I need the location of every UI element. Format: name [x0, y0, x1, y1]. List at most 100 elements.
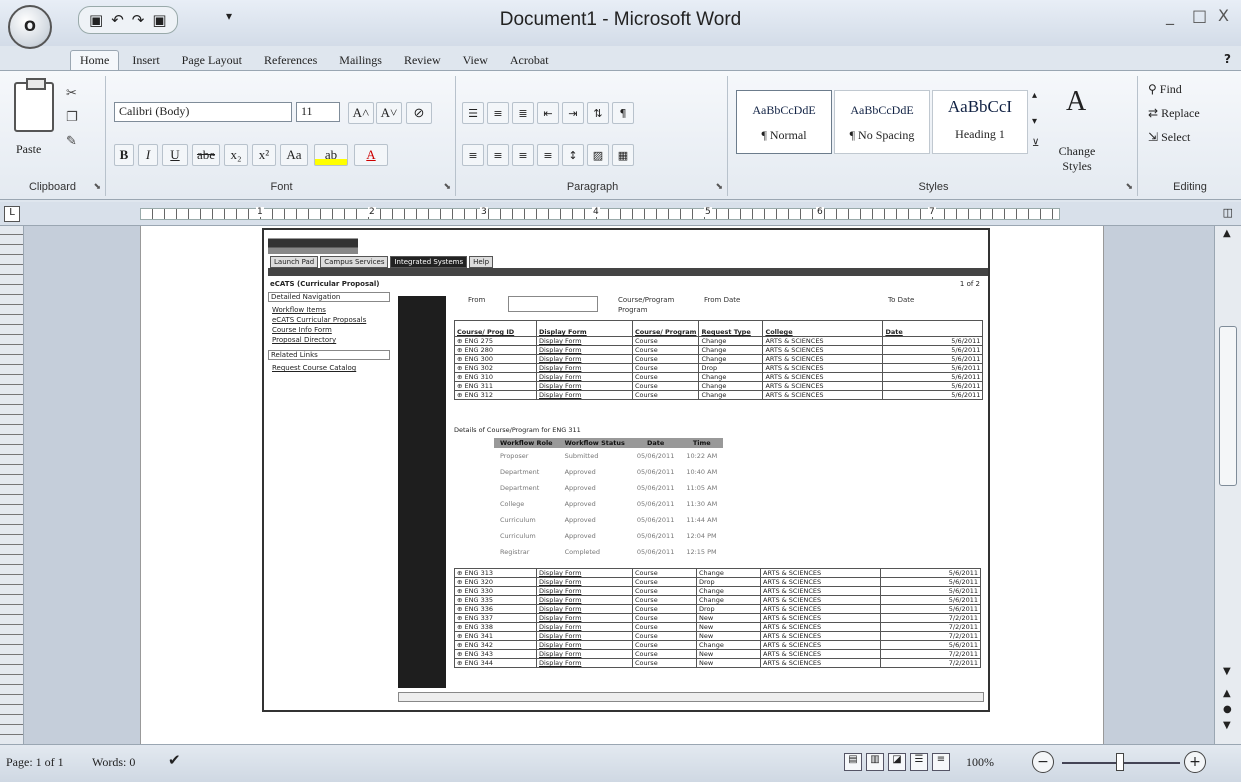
shading-icon[interactable]: ▨	[587, 144, 609, 166]
copy-icon[interactable]: ❐	[66, 110, 78, 125]
draft-view-icon[interactable]: ≡	[932, 753, 950, 771]
style-no-spacing[interactable]: AaBbCcDdE ¶ No Spacing	[834, 90, 930, 154]
bold-button[interactable]: B	[114, 144, 134, 166]
multilevel-list-icon[interactable]: ≣	[512, 102, 534, 124]
show-hide-icon[interactable]: ¶	[612, 102, 634, 124]
paragraph-launcher-icon[interactable]: ⬊	[715, 182, 723, 192]
history-header: Workflow Status	[558, 438, 631, 448]
style-heading-1[interactable]: AaBbCcI Heading 1	[932, 90, 1028, 154]
styles-more-icon[interactable]: ⊻	[1032, 138, 1039, 149]
tab-insert[interactable]: Insert	[123, 51, 168, 70]
page-count[interactable]: Page: 1 of 1	[6, 755, 64, 770]
borders-icon[interactable]: ▦	[612, 144, 634, 166]
word-count[interactable]: Words: 0	[92, 755, 135, 770]
vertical-scrollbar[interactable]: ▲ ▼ ▲ ● ▼	[1214, 226, 1241, 744]
table-cell: Display Form	[536, 363, 633, 373]
font-color-button[interactable]: A	[354, 144, 388, 166]
table-cell: Change	[698, 345, 764, 355]
office-button[interactable]: O	[8, 5, 52, 49]
styles-launcher-icon[interactable]: ⬊	[1125, 182, 1133, 192]
paste-icon[interactable]	[14, 78, 54, 132]
outline-view-icon[interactable]: ☰	[910, 753, 928, 771]
proofing-icon[interactable]: ✔	[168, 751, 181, 770]
paste-button[interactable]: Paste	[16, 142, 41, 157]
replace-button[interactable]: ⇄ Replace	[1148, 106, 1200, 121]
subscript-button[interactable]: x₂	[224, 144, 248, 166]
zoom-out-button[interactable]: −	[1032, 751, 1054, 773]
clipboard-launcher-icon[interactable]: ⬊	[93, 182, 101, 192]
table-cell: 5/6/2011	[882, 363, 984, 373]
next-page-icon[interactable]: ▼	[1223, 720, 1231, 731]
italic-button[interactable]: I	[138, 144, 158, 166]
justify-icon[interactable]: ≡	[537, 144, 559, 166]
table-row: ⊕ ENG 311 Display Form Course Change ARTS & …	[454, 381, 984, 391]
grow-font-button[interactable]: A˄	[348, 102, 374, 124]
decrease-indent-icon[interactable]: ⇤	[537, 102, 559, 124]
tab-selector-icon[interactable]: L	[4, 206, 20, 222]
font-name-field[interactable]: Calibri (Body)	[114, 102, 292, 122]
shrink-font-button[interactable]: A˅	[376, 102, 402, 124]
change-case-button[interactable]: Aa	[280, 144, 308, 166]
table-cell: ARTS & SCIENCES	[762, 354, 884, 364]
numbering-icon[interactable]: ≡	[487, 102, 509, 124]
tab-page-layout[interactable]: Page Layout	[173, 51, 251, 70]
history-cell: 05/06/2011	[636, 468, 675, 476]
highlight-button[interactable]: ab	[314, 144, 348, 166]
print-layout-view-icon[interactable]: ▤	[844, 753, 862, 771]
scroll-down-icon[interactable]: ▼	[1223, 666, 1231, 677]
styles-group-label: Styles	[918, 181, 949, 193]
tab-home[interactable]: Home	[70, 50, 120, 70]
tab-references[interactable]: References	[255, 51, 326, 70]
history-cell: Submitted	[564, 452, 599, 460]
format-painter-icon[interactable]: ✎	[66, 134, 77, 149]
zoom-level[interactable]: 100%	[966, 755, 994, 770]
align-center-icon[interactable]: ≡	[487, 144, 509, 166]
ruler-scale[interactable]	[140, 208, 1060, 220]
view-ruler-icon[interactable]: ◫	[1223, 206, 1233, 219]
find-button[interactable]: ⚲ Find	[1148, 82, 1182, 97]
scroll-thumb[interactable]	[1219, 326, 1237, 486]
increase-indent-icon[interactable]: ⇥	[562, 102, 584, 124]
change-styles-icon[interactable]: A	[1066, 86, 1086, 118]
styles-scroll-up-icon[interactable]: ▴	[1032, 90, 1037, 101]
embedded-screenshot[interactable]: Launch Pad Campus Services Integrated Sy…	[262, 228, 990, 712]
superscript-button[interactable]: x²	[252, 144, 276, 166]
align-left-icon[interactable]: ≡	[462, 144, 484, 166]
help-icon[interactable]: ?	[1224, 52, 1231, 66]
table-cell: ⊕ ENG 337	[454, 613, 537, 623]
tab-view[interactable]: View	[454, 51, 497, 70]
font-launcher-icon[interactable]: ⬊	[443, 182, 451, 192]
align-right-icon[interactable]: ≡	[512, 144, 534, 166]
zoom-in-button[interactable]: +	[1184, 751, 1206, 773]
font-size-field[interactable]: 11	[296, 102, 340, 122]
style-normal[interactable]: AaBbCcDdE ¶ Normal	[736, 90, 832, 154]
zoom-slider-thumb[interactable]	[1116, 753, 1124, 771]
sort-icon[interactable]: ⇅	[587, 102, 609, 124]
bullets-icon[interactable]: ☰	[462, 102, 484, 124]
web-layout-icon[interactable]: ◪	[888, 753, 906, 771]
underline-button[interactable]: U	[162, 144, 188, 166]
tab-mailings[interactable]: Mailings	[330, 51, 391, 70]
history-cell: College	[500, 500, 525, 508]
change-styles-button[interactable]: Change Styles	[1048, 144, 1106, 174]
strikethrough-button[interactable]: abe	[192, 144, 220, 166]
embedded-col-header: Display Form	[536, 320, 633, 337]
clear-formatting-button[interactable]: ⊘	[406, 102, 432, 124]
table-cell: Change	[698, 336, 764, 346]
minimize-button[interactable]: _	[1166, 6, 1174, 25]
select-browse-object-icon[interactable]: ●	[1223, 704, 1232, 715]
table-row: ⊕ ENG 335 Display Form Course Change ARTS & …	[454, 595, 981, 605]
restore-button[interactable]: □	[1192, 6, 1207, 25]
close-button[interactable]: X	[1218, 6, 1229, 25]
table-cell: Course	[632, 586, 697, 596]
full-screen-reading-icon[interactable]: ▥	[866, 753, 884, 771]
scroll-up-icon[interactable]: ▲	[1223, 228, 1231, 239]
tab-review[interactable]: Review	[395, 51, 450, 70]
cut-icon[interactable]: ✂	[66, 86, 77, 101]
select-button[interactable]: ⇲ Select	[1148, 130, 1190, 145]
table-cell: Course	[631, 345, 700, 355]
tab-acrobat[interactable]: Acrobat	[501, 51, 558, 70]
previous-page-icon[interactable]: ▲	[1223, 688, 1231, 699]
styles-scroll-down-icon[interactable]: ▾	[1032, 116, 1037, 127]
line-spacing-icon[interactable]: ↕	[562, 144, 584, 166]
